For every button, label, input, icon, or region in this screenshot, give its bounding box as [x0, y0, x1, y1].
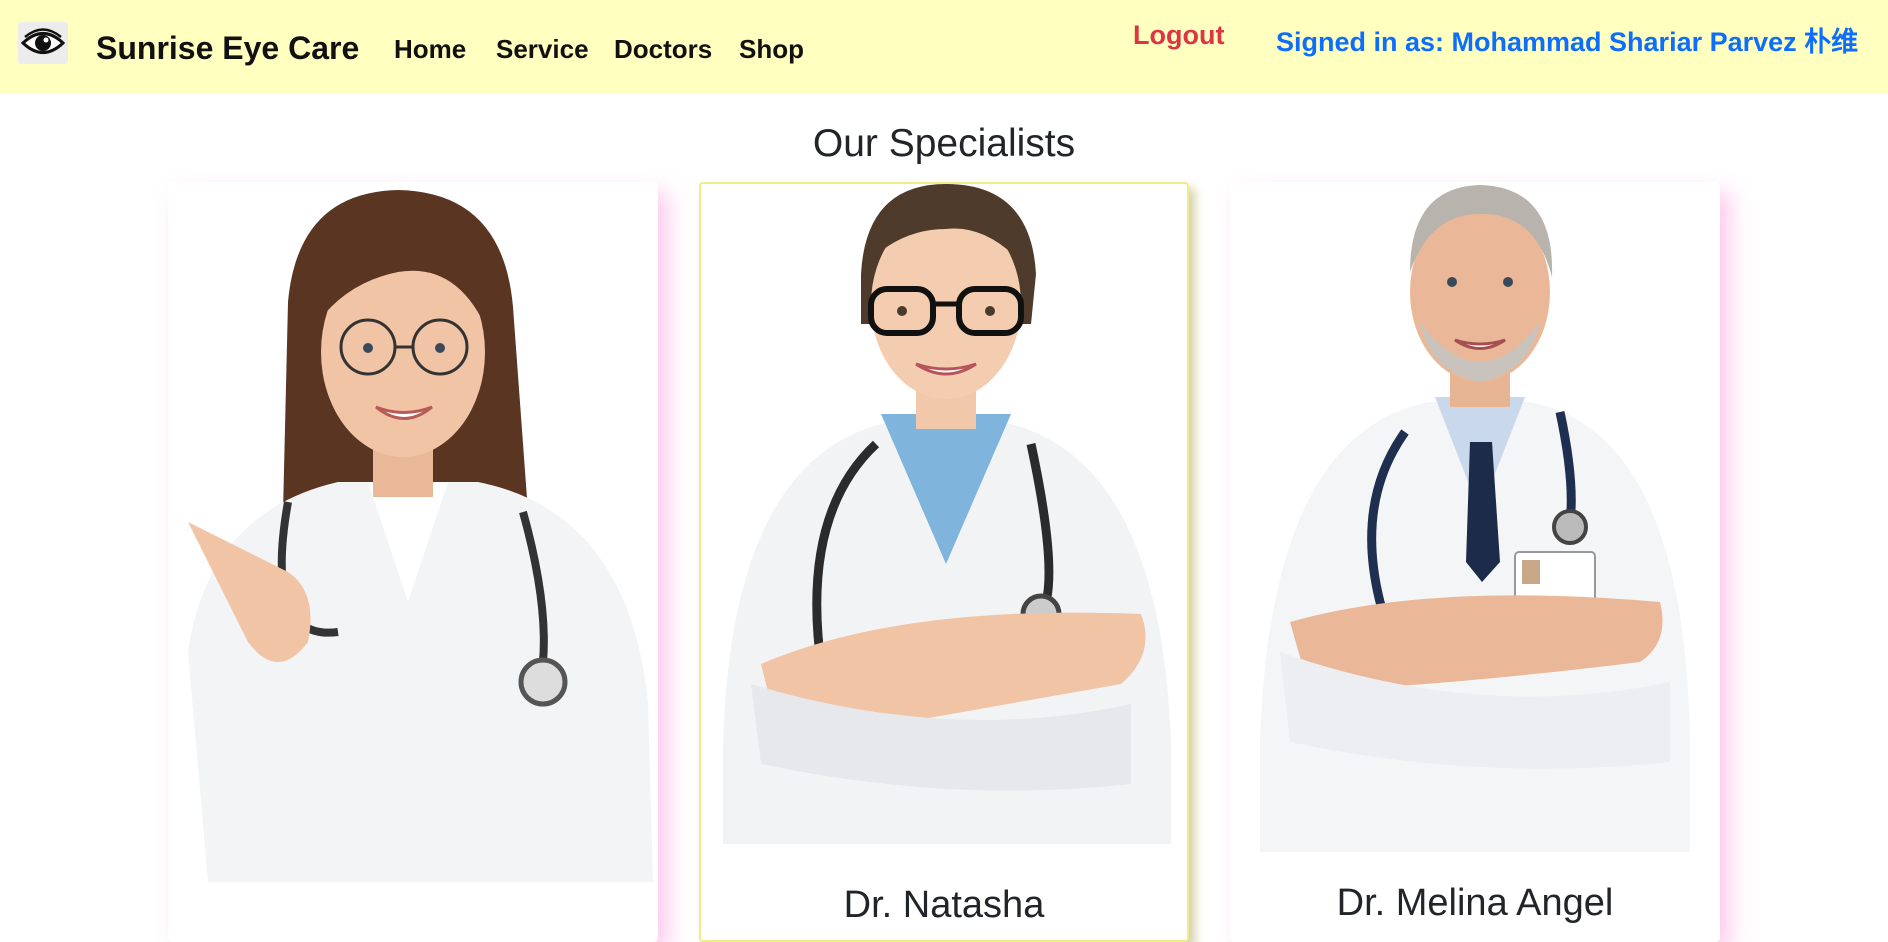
nav-home[interactable]: Home: [394, 34, 466, 65]
female-doctor-pointing-photo: [188, 190, 653, 882]
doctor-card-3[interactable]: Dr. Melina Angel: [1230, 182, 1720, 942]
nav-shop[interactable]: Shop: [739, 34, 804, 65]
top-navbar: Sunrise Eye Care Home Service Doctors Sh…: [0, 0, 1888, 93]
doctor-card-1[interactable]: [168, 182, 658, 942]
nav-doctors[interactable]: Doctors: [614, 34, 712, 65]
logout-button[interactable]: Logout: [1133, 20, 1224, 51]
section-title: Our Specialists: [812, 122, 1076, 165]
female-doctor-arms-crossed-photo: [723, 184, 1171, 844]
doctor-name-2: Dr. Natasha: [843, 884, 1045, 926]
nav-service[interactable]: Service: [496, 34, 589, 65]
eye-icon: [21, 28, 65, 54]
signed-in-user: Signed in as: Mohammad Shariar Parvez 朴维: [1276, 27, 1859, 57]
brand-logo[interactable]: [18, 22, 68, 64]
doctor-card-2[interactable]: Dr. Natasha: [699, 182, 1189, 942]
brand-name[interactable]: Sunrise Eye Care: [96, 30, 359, 67]
doctor-name-3: Dr. Melina Angel: [1336, 882, 1614, 924]
male-doctor-arms-crossed-photo: [1260, 185, 1690, 852]
